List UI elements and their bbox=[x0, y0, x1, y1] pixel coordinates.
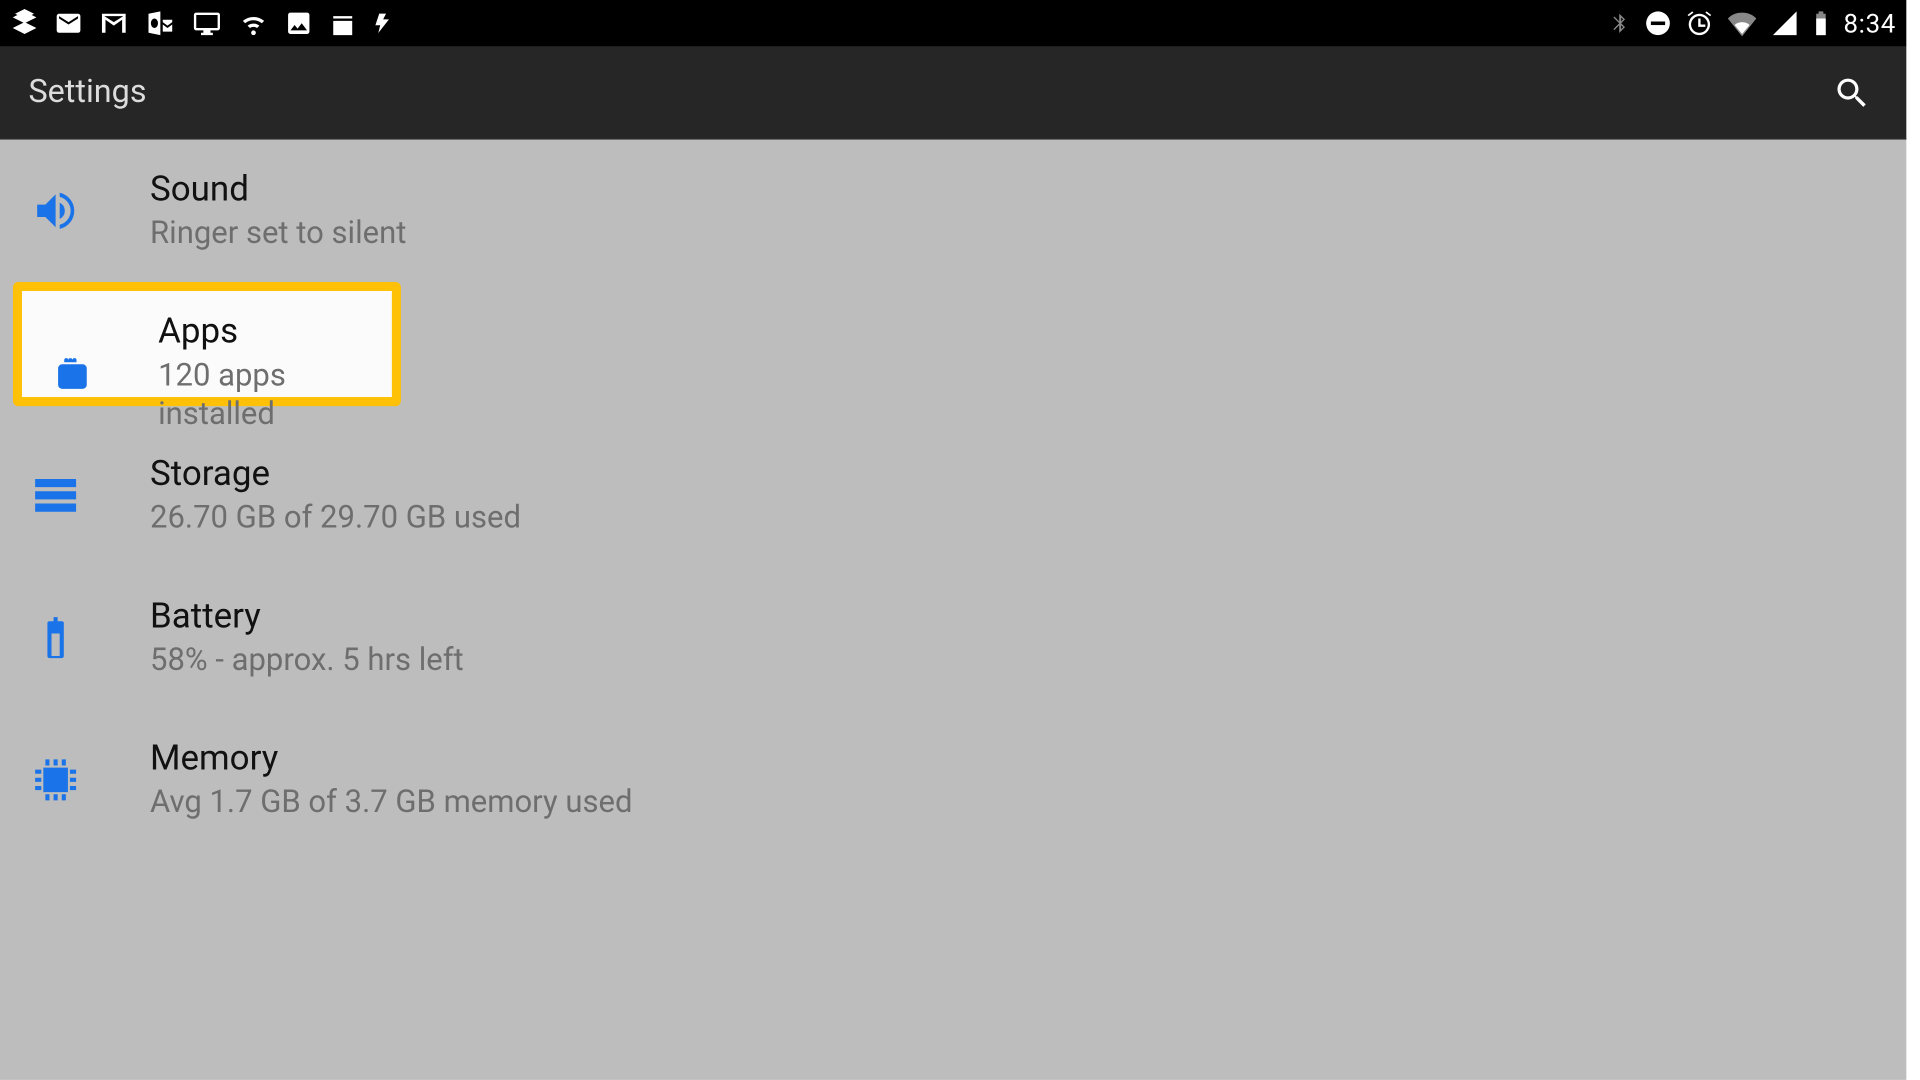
device-screen: 8:34 Settings Sound Ringer set to silent bbox=[0, 0, 1906, 1080]
battery-setting-icon bbox=[31, 613, 80, 662]
image-icon bbox=[285, 9, 313, 37]
item-title: Sound bbox=[150, 169, 406, 209]
status-clock: 8:34 bbox=[1843, 8, 1895, 39]
settings-item-storage[interactable]: Storage 26.70 GB of 29.70 GB used bbox=[0, 424, 1906, 566]
display-icon bbox=[191, 9, 222, 37]
item-title: Storage bbox=[150, 454, 521, 494]
app-bar-title: Settings bbox=[28, 74, 146, 112]
wifi-small-icon bbox=[238, 9, 269, 37]
item-title: Memory bbox=[150, 738, 632, 778]
mail-icon bbox=[54, 9, 82, 37]
dnd-icon bbox=[1644, 9, 1672, 37]
memory-icon bbox=[31, 755, 80, 804]
sound-icon bbox=[31, 186, 80, 235]
storage-icon bbox=[31, 471, 80, 520]
item-subtitle: Ringer set to silent bbox=[150, 213, 406, 252]
item-title: Battery bbox=[150, 596, 464, 636]
search-button[interactable] bbox=[1826, 67, 1878, 119]
outlook-icon bbox=[145, 9, 176, 37]
item-subtitle: 26.70 GB of 29.70 GB used bbox=[150, 498, 521, 537]
settings-item-sound[interactable]: Sound Ringer set to silent bbox=[0, 140, 1906, 282]
search-icon bbox=[1833, 73, 1872, 112]
signal-icon bbox=[1771, 9, 1799, 37]
settings-item-memory[interactable]: Memory Avg 1.7 GB of 3.7 GB memory used bbox=[0, 709, 1906, 851]
gmail-icon bbox=[98, 9, 129, 37]
item-subtitle: Avg 1.7 GB of 3.7 GB memory used bbox=[150, 782, 632, 821]
status-bar: 8:34 bbox=[0, 0, 1906, 47]
news-icon bbox=[328, 9, 356, 37]
settings-item-battery[interactable]: Battery 58% - approx. 5 hrs left bbox=[0, 566, 1906, 708]
app-bar: Settings bbox=[0, 47, 1906, 140]
bluetooth-icon bbox=[1608, 9, 1631, 37]
item-subtitle: 58% - approx. 5 hrs left bbox=[150, 640, 464, 679]
bolt-icon bbox=[372, 9, 395, 37]
wifi-icon bbox=[1727, 9, 1758, 37]
stack-icon bbox=[10, 9, 38, 37]
settings-list: Sound Ringer set to silent Storage 26.70… bbox=[0, 140, 1906, 1080]
battery-icon bbox=[1812, 9, 1830, 37]
alarm-icon bbox=[1686, 9, 1714, 37]
